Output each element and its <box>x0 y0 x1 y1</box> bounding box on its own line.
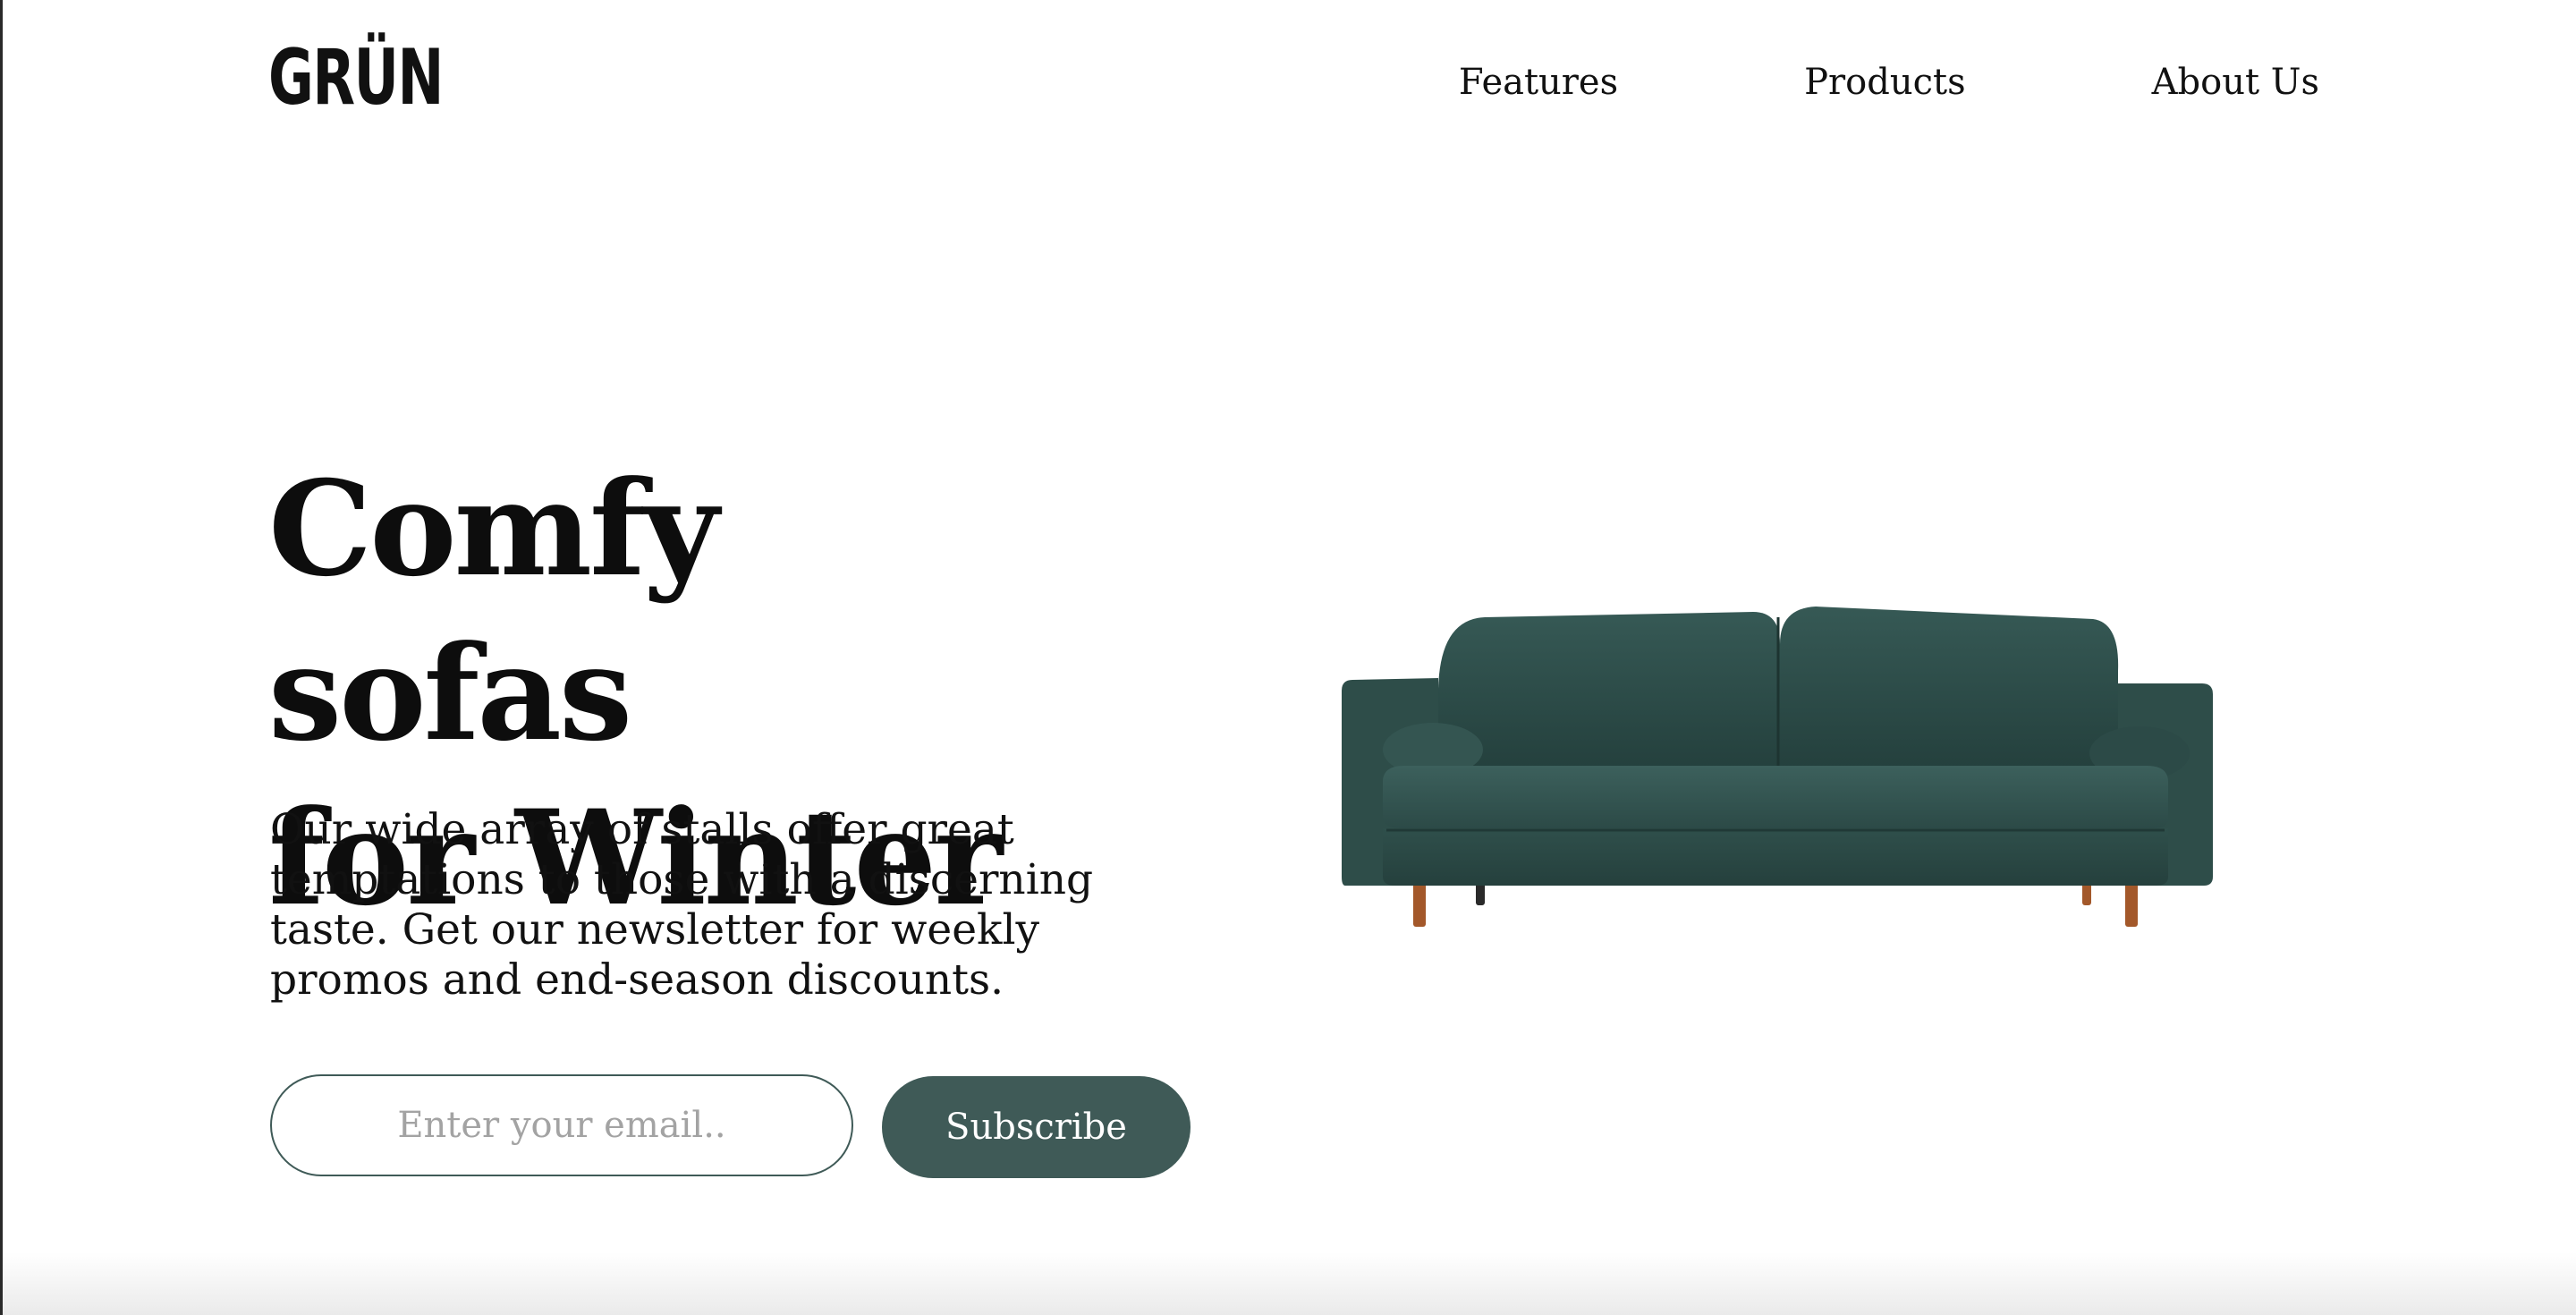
sofa-image <box>1342 607 2213 927</box>
main-nav: Features Products About Us <box>1459 61 2319 104</box>
email-input[interactable] <box>270 1074 853 1176</box>
brand-logo[interactable]: GRÜN <box>268 39 444 116</box>
window-left-edge <box>0 0 3 1315</box>
nav-link-about-us[interactable]: About Us <box>2152 61 2319 104</box>
hero-description: Our wide array of stalls offer great tem… <box>270 805 1094 1005</box>
nav-link-features[interactable]: Features <box>1459 61 1618 104</box>
subscribe-button[interactable]: Subscribe <box>882 1076 1191 1178</box>
nav-link-products[interactable]: Products <box>1804 61 1966 104</box>
hero-headline-line-1: Comfy sofas <box>268 453 719 770</box>
bottom-shadow <box>3 1252 2576 1315</box>
